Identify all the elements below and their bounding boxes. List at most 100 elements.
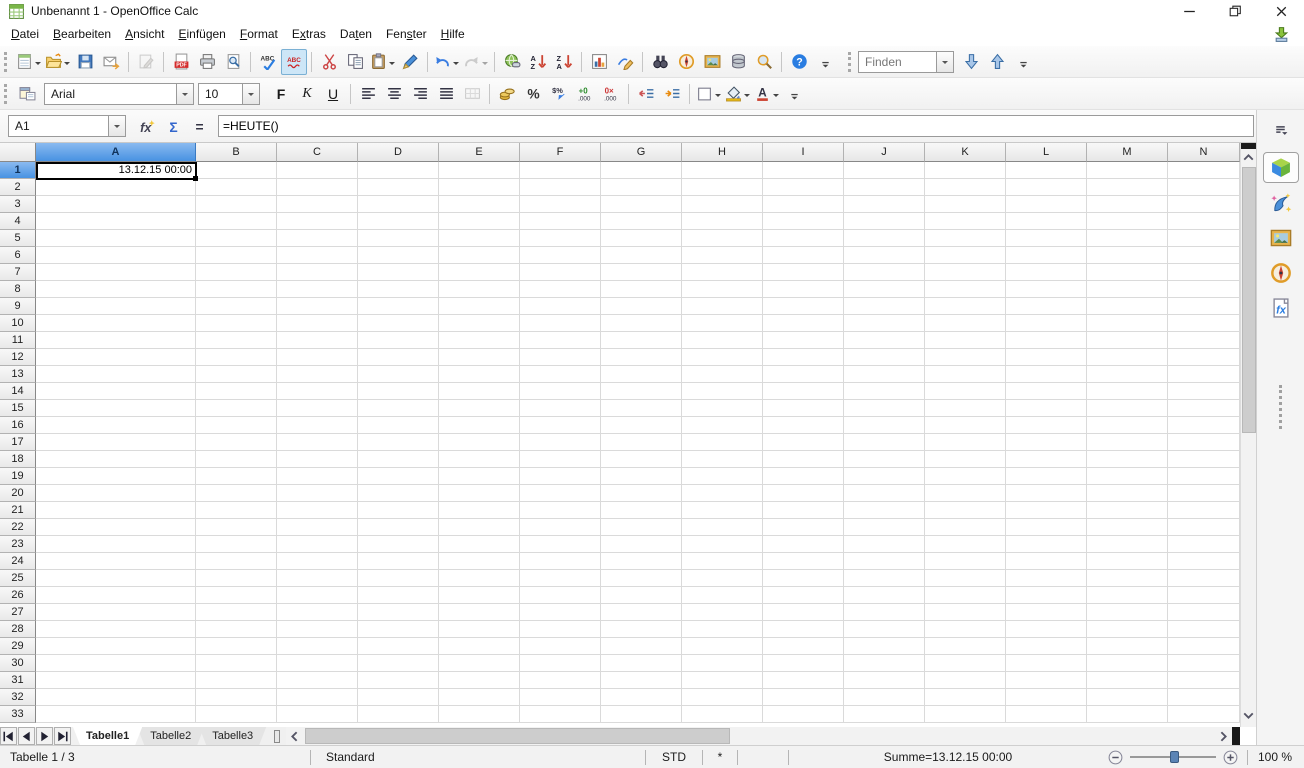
cell-K28[interactable] — [925, 621, 1006, 638]
cell-L5[interactable] — [1006, 230, 1087, 247]
cell-M21[interactable] — [1087, 502, 1168, 519]
cell-K6[interactable] — [925, 247, 1006, 264]
cell-L26[interactable] — [1006, 587, 1087, 604]
cell-A33[interactable] — [36, 706, 196, 723]
column-header-G[interactable]: G — [601, 143, 682, 162]
cell-G28[interactable] — [601, 621, 682, 638]
cell-L31[interactable] — [1006, 672, 1087, 689]
cell-K25[interactable] — [925, 570, 1006, 587]
row-header-15[interactable]: 15 — [0, 400, 36, 417]
zoom-in-button[interactable] — [1222, 749, 1239, 766]
cell-C10[interactable] — [277, 315, 358, 332]
zoom-level[interactable]: 100 % — [1248, 750, 1304, 764]
cell-A8[interactable] — [36, 281, 196, 298]
cell-A18[interactable] — [36, 451, 196, 468]
cell-B7[interactable] — [196, 264, 277, 281]
decrease-indent-button[interactable] — [633, 81, 659, 107]
select-all-corner[interactable] — [0, 143, 36, 162]
cell-L18[interactable] — [1006, 451, 1087, 468]
cell-G3[interactable] — [601, 196, 682, 213]
align-left-button[interactable] — [355, 81, 381, 107]
cell-J30[interactable] — [844, 655, 925, 672]
font-size-dropdown-button[interactable] — [242, 84, 259, 104]
cell-D21[interactable] — [358, 502, 439, 519]
cell-N10[interactable] — [1168, 315, 1240, 332]
cell-A29[interactable] — [36, 638, 196, 655]
cell-F20[interactable] — [520, 485, 601, 502]
cell-B16[interactable] — [196, 417, 277, 434]
cut-button[interactable] — [316, 49, 342, 75]
cell-D1[interactable] — [358, 162, 439, 179]
row-header-1[interactable]: 1 — [0, 162, 36, 179]
cell-C31[interactable] — [277, 672, 358, 689]
cell-F7[interactable] — [520, 264, 601, 281]
cell-E24[interactable] — [439, 553, 520, 570]
cell-L22[interactable] — [1006, 519, 1087, 536]
sidebar-item-gallery-deck[interactable] — [1263, 222, 1299, 253]
cell-D26[interactable] — [358, 587, 439, 604]
cell-J16[interactable] — [844, 417, 925, 434]
cell-N4[interactable] — [1168, 213, 1240, 230]
cell-H4[interactable] — [682, 213, 763, 230]
cell-D8[interactable] — [358, 281, 439, 298]
cell-N1[interactable] — [1168, 162, 1240, 179]
cell-C23[interactable] — [277, 536, 358, 553]
cell-F29[interactable] — [520, 638, 601, 655]
cell-E33[interactable] — [439, 706, 520, 723]
cell-I16[interactable] — [763, 417, 844, 434]
cell-M7[interactable] — [1087, 264, 1168, 281]
merge-cells-button[interactable] — [459, 81, 485, 107]
cell-A15[interactable] — [36, 400, 196, 417]
cell-N16[interactable] — [1168, 417, 1240, 434]
row-header-21[interactable]: 21 — [0, 502, 36, 519]
format-paintbrush-button[interactable] — [397, 49, 423, 75]
scroll-up-button[interactable] — [1241, 149, 1256, 166]
sheet-tab-tabelle2[interactable]: Tabelle2 — [137, 727, 204, 745]
row-header-11[interactable]: 11 — [0, 332, 36, 349]
show-draw-functions-button[interactable] — [612, 49, 638, 75]
cell-L1[interactable] — [1006, 162, 1087, 179]
previous-sheet-button[interactable] — [18, 727, 35, 745]
cell-E8[interactable] — [439, 281, 520, 298]
menu-item-bearbeiten[interactable]: Bearbeiten — [46, 24, 118, 44]
cell-F13[interactable] — [520, 366, 601, 383]
cell-E6[interactable] — [439, 247, 520, 264]
cell-C3[interactable] — [277, 196, 358, 213]
cell-G20[interactable] — [601, 485, 682, 502]
cell-A25[interactable] — [36, 570, 196, 587]
cell-B29[interactable] — [196, 638, 277, 655]
cell-H21[interactable] — [682, 502, 763, 519]
cell-H26[interactable] — [682, 587, 763, 604]
row-header-2[interactable]: 2 — [0, 179, 36, 196]
row-header-9[interactable]: 9 — [0, 298, 36, 315]
cell-J6[interactable] — [844, 247, 925, 264]
menu-item-fenster[interactable]: Fenster — [379, 24, 434, 44]
cell-H5[interactable] — [682, 230, 763, 247]
cell-B18[interactable] — [196, 451, 277, 468]
cell-F3[interactable] — [520, 196, 601, 213]
cell-C29[interactable] — [277, 638, 358, 655]
cell-B33[interactable] — [196, 706, 277, 723]
cell-G7[interactable] — [601, 264, 682, 281]
cell-L3[interactable] — [1006, 196, 1087, 213]
cell-C1[interactable] — [277, 162, 358, 179]
cell-G24[interactable] — [601, 553, 682, 570]
cell-J5[interactable] — [844, 230, 925, 247]
function-button[interactable]: = — [186, 113, 212, 139]
cell-J17[interactable] — [844, 434, 925, 451]
cell-J24[interactable] — [844, 553, 925, 570]
cell-D19[interactable] — [358, 468, 439, 485]
column-header-I[interactable]: I — [763, 143, 844, 162]
cell-J28[interactable] — [844, 621, 925, 638]
cell-M4[interactable] — [1087, 213, 1168, 230]
cell-N31[interactable] — [1168, 672, 1240, 689]
find-replace-button[interactable] — [647, 49, 673, 75]
cell-K1[interactable] — [925, 162, 1006, 179]
cell-A6[interactable] — [36, 247, 196, 264]
cell-I7[interactable] — [763, 264, 844, 281]
cell-J8[interactable] — [844, 281, 925, 298]
cell-K2[interactable] — [925, 179, 1006, 196]
cell-K33[interactable] — [925, 706, 1006, 723]
cell-K21[interactable] — [925, 502, 1006, 519]
cell-L13[interactable] — [1006, 366, 1087, 383]
